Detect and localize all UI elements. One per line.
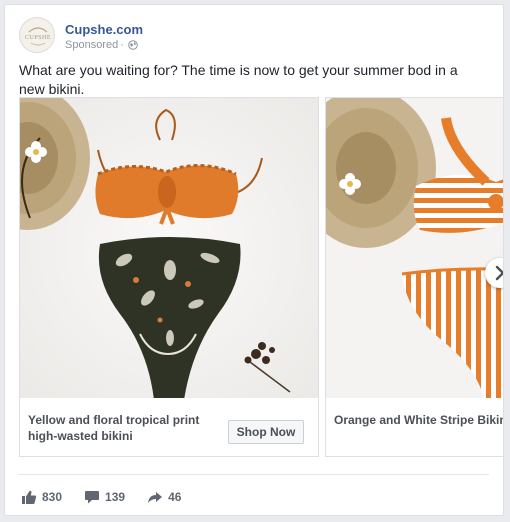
post-message: What are you waiting for? The time is no… [19,62,458,97]
post-header: CUPSHE Cupshe.com Sponsored · [19,17,479,57]
globe-icon[interactable] [128,40,138,50]
engagement-bar: 830 139 46 [21,487,203,507]
avatar-text: CUPSHE [25,35,51,41]
page-name-link[interactable]: Cupshe.com [65,22,143,37]
card-title[interactable]: Yellow and floral tropical print high-wa… [28,412,228,444]
sponsored-row: Sponsored · [65,39,138,51]
comment-icon [85,491,100,504]
divider [19,474,489,475]
comment-count-value: 139 [105,490,126,504]
product-image-stripe-bikini[interactable] [326,98,503,398]
ad-post: CUPSHE Cupshe.com Sponsored · What are y… [4,4,504,516]
comment-count[interactable]: 139 [84,489,125,505]
product-carousel[interactable]: Yellow and floral tropical print high-wa… [19,97,503,461]
chevron-right-icon [495,265,503,281]
sponsored-label[interactable]: Sponsored [65,39,118,51]
carousel-card-stripe[interactable]: Orange and White Stripe Bikini with Bowk… [325,97,503,457]
carousel-card-floral[interactable]: Yellow and floral tropical print high-wa… [19,97,319,457]
separator: · [120,39,124,51]
share-count[interactable]: 46 [147,489,181,505]
page-avatar[interactable]: CUPSHE [19,17,55,53]
share-count-value: 46 [168,490,182,504]
like-count[interactable]: 830 [21,489,62,505]
shop-now-button[interactable]: Shop Now [228,420,304,444]
product-image-floral-bikini[interactable] [20,98,318,398]
thumbs-up-icon [22,490,37,504]
share-icon [148,492,163,503]
avatar-logo: CUPSHE [21,19,54,52]
card-title[interactable]: Orange and White Stripe Bikini with Bowk… [334,412,503,428]
like-count-value: 830 [42,490,63,504]
